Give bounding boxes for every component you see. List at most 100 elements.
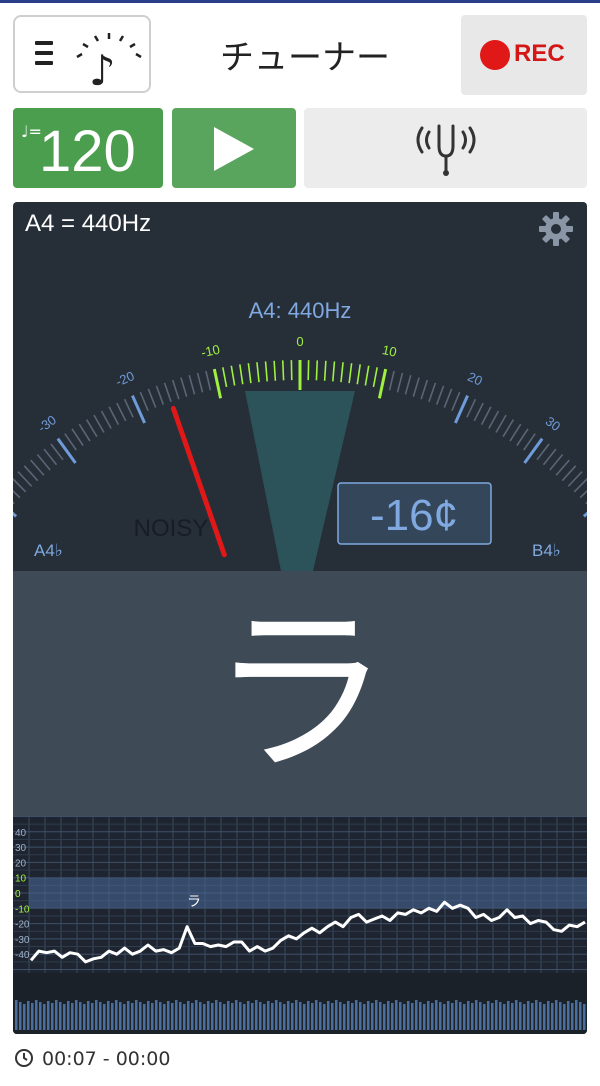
meter-scale-label: -10	[200, 342, 222, 361]
history-y-label: 40	[15, 828, 27, 839]
level-bar	[323, 1004, 326, 1030]
level-bar	[71, 1003, 74, 1030]
level-bar	[123, 1004, 126, 1030]
level-bar	[191, 1003, 194, 1030]
level-bar	[391, 1003, 394, 1030]
level-bar	[143, 1004, 146, 1030]
meter-minor-tick	[388, 370, 395, 391]
level-bar	[27, 1001, 30, 1030]
record-icon	[480, 40, 510, 70]
in-tune-band	[29, 878, 587, 908]
meter-minor-tick	[509, 423, 522, 442]
play-button[interactable]	[172, 108, 296, 188]
meter-minor-tick	[64, 433, 77, 451]
level-bar	[283, 1004, 286, 1030]
gear-icon[interactable]	[537, 210, 575, 248]
level-bar	[223, 1004, 226, 1030]
level-bar	[299, 1002, 302, 1030]
level-bar	[579, 1002, 582, 1030]
history-y-labels: 40 30 20 10 0 -10 -20 -30 -40	[15, 828, 30, 961]
meter-minor-tick	[247, 363, 252, 384]
level-bar	[279, 1002, 282, 1030]
reference-pitch[interactable]: A4 = 440Hz	[25, 210, 151, 238]
level-bar	[451, 1003, 454, 1030]
level-bar	[219, 1002, 222, 1030]
tuner-meter: -50-40-30-20-1001020304050 NOISY A4: 440…	[13, 298, 587, 571]
level-bar	[543, 1004, 546, 1030]
tuning-fork-icon	[416, 124, 476, 176]
meter-scale-label: 30	[543, 413, 564, 434]
level-bar	[135, 1000, 138, 1030]
meter-minor-tick	[480, 406, 492, 425]
history-note-marker: ラ	[187, 894, 201, 910]
meter-minor-tick	[188, 374, 196, 395]
record-label: REC	[514, 40, 565, 67]
meter-minor-tick	[71, 428, 84, 446]
record-button[interactable]: REC	[461, 15, 587, 95]
level-bar	[235, 1000, 238, 1030]
level-bar	[575, 1000, 578, 1030]
meter-minor-tick	[256, 362, 260, 383]
level-bar	[175, 1000, 178, 1030]
level-bar	[331, 1003, 334, 1030]
history-y-label: -20	[15, 920, 30, 931]
level-bar	[531, 1003, 534, 1030]
menu-button[interactable]: ♪	[13, 15, 151, 93]
level-bar	[379, 1002, 382, 1030]
meter-minor-tick	[364, 365, 370, 386]
level-bar	[527, 1001, 530, 1030]
meter-major-tick	[523, 437, 544, 464]
meter-minor-tick	[412, 377, 420, 397]
level-bar	[271, 1003, 274, 1030]
page-title: チューナー	[220, 38, 390, 78]
meter-scale-label: 20	[465, 369, 484, 389]
noise-status: NOISY	[134, 515, 209, 542]
tempo-button[interactable]: ♩= 120	[13, 108, 163, 188]
history-y-label: -40	[15, 950, 30, 961]
level-bar	[539, 1002, 542, 1030]
meter-minor-tick	[23, 465, 39, 482]
meter-minor-tick	[404, 374, 412, 395]
meter-minor-tick	[523, 433, 536, 451]
meter-minor-tick	[542, 448, 557, 466]
meter-minor-tick	[536, 443, 550, 461]
meter-scale-label: 10	[381, 342, 398, 360]
level-bar	[435, 1000, 438, 1030]
level-bar	[519, 1002, 522, 1030]
level-bar	[83, 1004, 86, 1030]
meter-major-tick	[13, 511, 18, 518]
history-y-label: 20	[15, 858, 27, 869]
level-bar	[39, 1002, 42, 1030]
tuning-fork-button[interactable]	[304, 108, 587, 188]
level-bar	[447, 1001, 450, 1030]
meter-minor-tick	[281, 360, 285, 381]
level-bar	[291, 1003, 294, 1030]
level-bar	[515, 1000, 518, 1030]
level-bar	[107, 1001, 110, 1030]
detected-note: ラ	[209, 589, 390, 798]
level-bar	[319, 1002, 322, 1030]
meter-minor-tick	[420, 379, 429, 400]
meter-minor-tick	[561, 465, 577, 482]
flat-note-label: A4♭	[34, 541, 63, 560]
level-bar	[359, 1002, 362, 1030]
metronome-note-icon: ♪	[76, 33, 142, 87]
meter-minor-tick	[139, 391, 149, 411]
level-bar	[567, 1001, 570, 1030]
level-bar	[307, 1001, 310, 1030]
level-bar	[327, 1001, 330, 1030]
level-bar	[51, 1003, 54, 1030]
meter-minor-tick	[264, 361, 268, 382]
level-bar	[55, 1000, 58, 1030]
meter-minor-tick	[332, 361, 336, 382]
level-bar	[351, 1003, 354, 1030]
cents-readout: -16¢	[370, 491, 458, 540]
level-bar	[167, 1001, 170, 1030]
level-bar	[31, 1003, 34, 1030]
level-bar	[583, 1004, 586, 1030]
level-bar	[375, 1000, 378, 1030]
meter-minor-tick	[147, 388, 157, 408]
level-bar	[63, 1004, 66, 1030]
level-bar	[47, 1001, 50, 1030]
meter-minor-tick	[196, 372, 204, 393]
